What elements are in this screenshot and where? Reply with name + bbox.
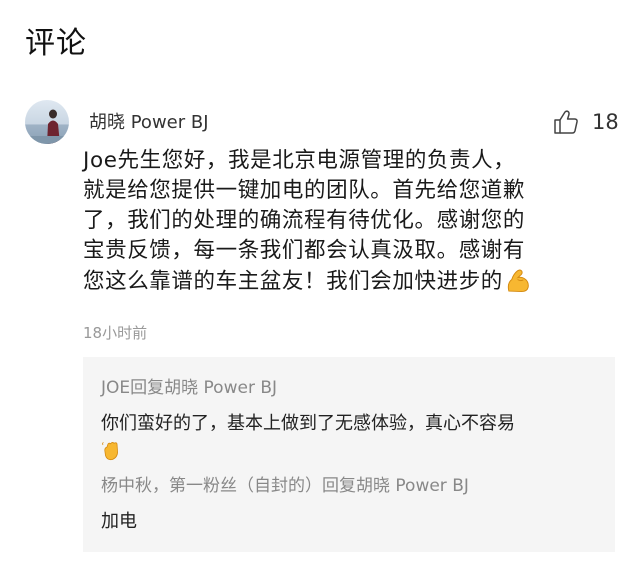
like-button[interactable]: 18 xyxy=(552,106,619,138)
avatar-photo xyxy=(25,100,69,144)
page-title: 评论 xyxy=(25,26,87,61)
comment-body: Joe先生您好，我是北京电源管理的负责人， 就是给您提供一键加电的团队。首先给您… xyxy=(83,146,613,297)
reply-header[interactable]: JOE回复胡晓 Power BJ xyxy=(101,377,277,399)
like-count: 18 xyxy=(592,110,619,134)
comment-line: 就是给您提供一键加电的团队。首先给您道歉 xyxy=(83,178,526,203)
comment-line-text: 您这么靠谱的车主盆友！我们会加快进步的 xyxy=(83,269,503,294)
reply-header[interactable]: 杨中秋，第一粉丝（自封的）回复胡晓 Power BJ xyxy=(101,475,469,497)
comment-line-last: 您这么靠谱的车主盆友！我们会加快进步的 xyxy=(83,266,613,297)
comment-author[interactable]: 胡晓 Power BJ xyxy=(89,111,209,135)
comment-line: Joe先生您好，我是北京电源管理的负责人， xyxy=(83,148,516,173)
comment-timestamp: 18小时前 xyxy=(83,324,148,342)
reply-text: 你们蛮好的了，基本上做到了无感体验，真心不容易 xyxy=(101,413,515,434)
reply-text: 加电 xyxy=(101,511,137,532)
comment-line: 了，我们的处理的确流程有待优化。感谢您的 xyxy=(83,208,526,233)
comment-line: 宝贵反馈，每一条我们都会认真汲取。感谢有 xyxy=(83,238,526,263)
flexed-biceps-icon xyxy=(507,269,529,293)
replies-panel: JOE回复胡晓 Power BJ 你们蛮好的了，基本上做到了无感体验，真心不容易… xyxy=(83,357,615,552)
waving-hand-icon xyxy=(102,442,118,461)
thumbs-up-outline-icon xyxy=(554,110,578,134)
avatar[interactable] xyxy=(25,100,69,144)
